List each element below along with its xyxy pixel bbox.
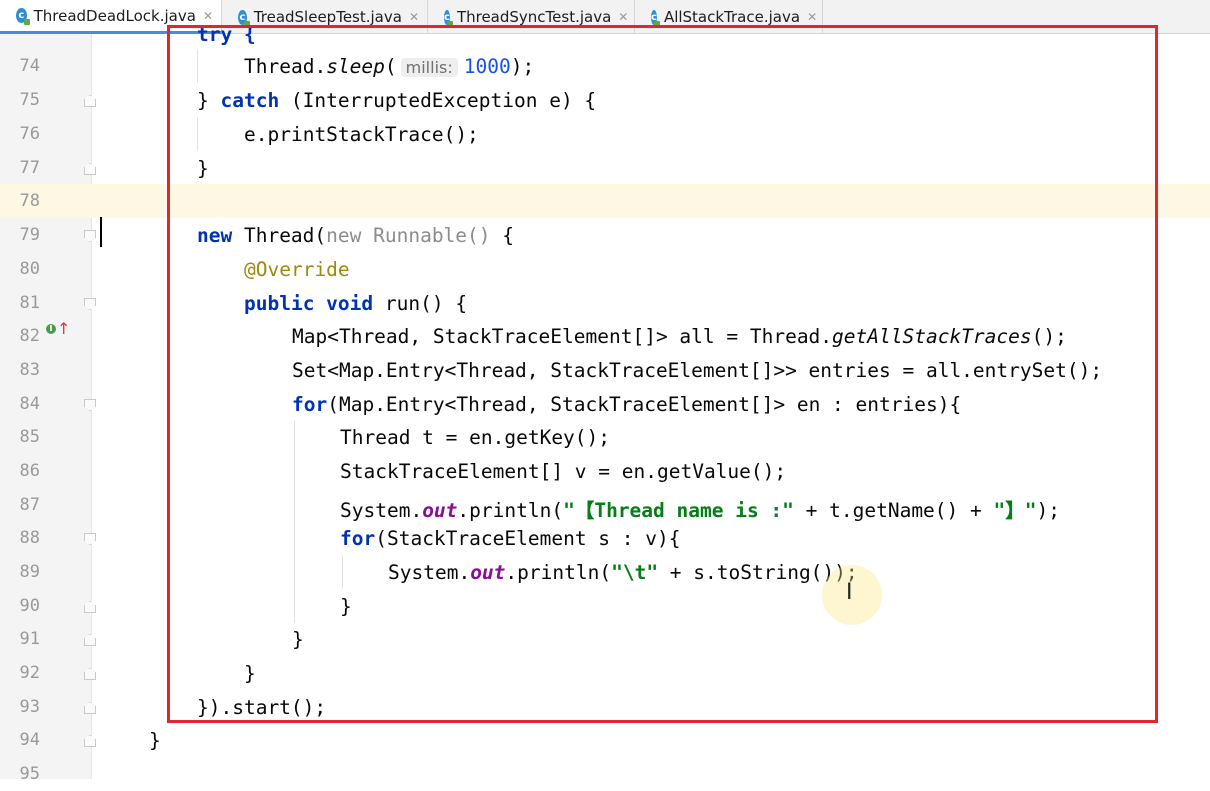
fold-marker-icon[interactable]: [84, 230, 96, 242]
line-number: 85: [19, 427, 40, 447]
line-number: 95: [19, 764, 40, 784]
code-line-95[interactable]: 95: [0, 757, 1210, 791]
line-number: 86: [19, 461, 40, 481]
fold-marker-icon[interactable]: [84, 634, 96, 646]
override-arrow-icon[interactable]: ↑: [57, 319, 70, 338]
fold-marker-icon[interactable]: [84, 399, 96, 411]
line-number: 75: [19, 90, 40, 110]
fold-marker-icon[interactable]: [84, 533, 96, 545]
line-number: 79: [19, 225, 40, 245]
line-number: 84: [19, 394, 40, 414]
line-number: 92: [19, 663, 40, 683]
line-number: 77: [19, 158, 40, 178]
line-number: 76: [19, 124, 40, 144]
line-number: 80: [19, 259, 40, 279]
line-number: 88: [19, 528, 40, 548]
fold-marker-icon[interactable]: [84, 702, 96, 714]
line-number: 87: [19, 495, 40, 515]
override-method-icon[interactable]: I: [46, 324, 56, 334]
line-number: 82: [19, 326, 40, 346]
line-number: 78: [19, 191, 40, 211]
fold-marker-icon[interactable]: [84, 298, 96, 310]
fold-marker-icon[interactable]: [84, 668, 96, 680]
fold-marker-icon[interactable]: [84, 735, 96, 747]
fold-marker-icon[interactable]: [84, 163, 96, 175]
line-number: 81: [19, 293, 40, 313]
line-number: 89: [19, 562, 40, 582]
line-number: 94: [19, 730, 40, 750]
code-line-94[interactable]: 94 }: [0, 723, 1210, 757]
line-number: 83: [19, 360, 40, 380]
line-number: 90: [19, 596, 40, 616]
fold-marker-icon[interactable]: [84, 601, 96, 613]
annotation-highlight-box: [167, 25, 1158, 723]
line-number: 74: [19, 56, 40, 76]
line-number: 91: [19, 629, 40, 649]
fold-marker-icon[interactable]: [84, 95, 96, 107]
line-number: 93: [19, 697, 40, 717]
text-caret: [100, 217, 102, 247]
code-text: }: [149, 729, 161, 752]
